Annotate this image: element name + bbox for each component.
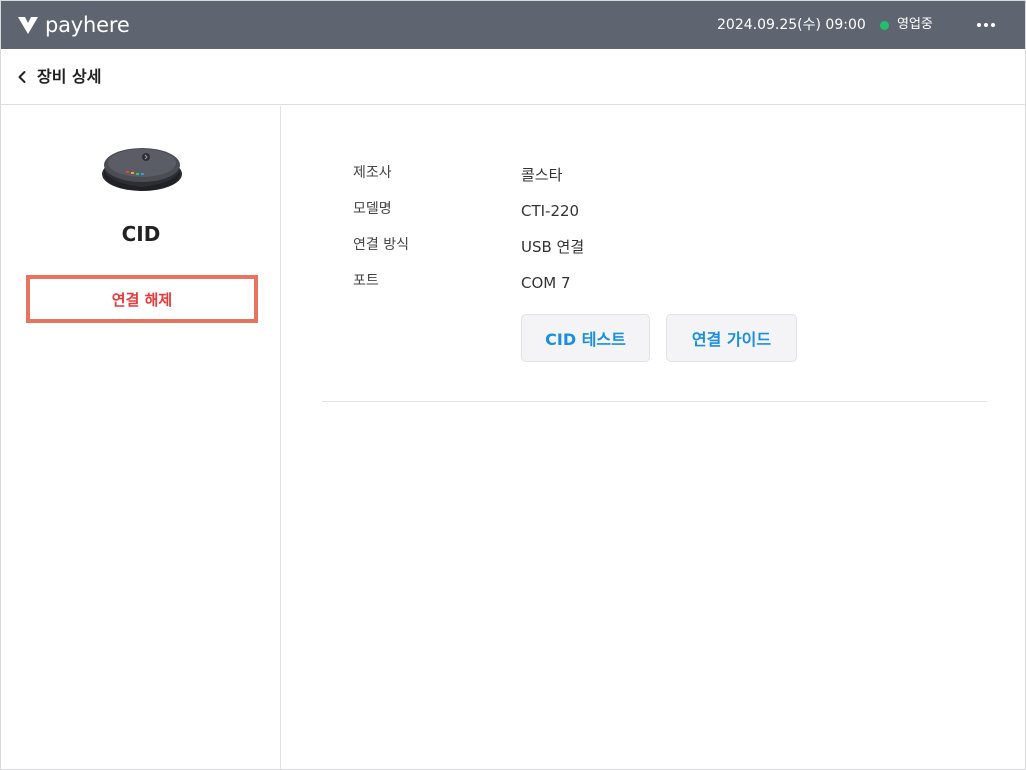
more-horizontal-icon	[991, 23, 995, 27]
brand: payhere	[17, 12, 130, 38]
chevron-left-icon	[18, 71, 26, 83]
connection-guide-label: 연결 가이드	[691, 330, 772, 349]
back-button[interactable]	[13, 65, 31, 89]
more-horizontal-icon	[984, 23, 988, 27]
more-horizontal-icon	[977, 23, 981, 27]
disconnect-button[interactable]: 연결 해제	[26, 275, 258, 323]
cid-test-label: CID 테스트	[545, 330, 626, 349]
detail-value: CTI-220	[521, 202, 580, 220]
detail-row-port: 포트 COM 7	[353, 271, 753, 292]
device-name: CID	[121, 222, 161, 246]
detail-value: USB 연결	[521, 238, 585, 256]
detail-row-manufacturer: 제조사 콜스타	[353, 163, 753, 184]
status-dot-icon	[880, 20, 889, 30]
current-datetime: 2024.09.25(수) 09:00	[717, 17, 866, 33]
connection-guide-button[interactable]: 연결 가이드	[666, 314, 797, 362]
brand-name: payhere	[45, 13, 130, 37]
detail-row-connection-type: 연결 방식 USB 연결	[353, 235, 753, 256]
section-divider	[322, 401, 987, 402]
detail-label: 연결 방식	[353, 237, 409, 253]
detail-label: 포트	[353, 273, 379, 289]
payhere-logo-icon	[18, 17, 38, 34]
detail-label: 모델명	[353, 201, 392, 217]
detail-value: COM 7	[521, 274, 571, 292]
page-title: 장비 상세	[37, 67, 102, 86]
page-header: 장비 상세	[1, 49, 1025, 105]
cid-test-button[interactable]: CID 테스트	[521, 314, 650, 362]
top-bar: payhere 2024.09.25(수) 09:00 영업중	[1, 1, 1025, 49]
more-menu-button[interactable]	[971, 15, 1001, 35]
detail-value: 콜스타	[521, 166, 563, 184]
status-label: 영업중	[897, 17, 933, 32]
app-window: payhere 2024.09.25(수) 09:00 영업중 장비 상세 CI…	[0, 0, 1026, 770]
detail-label: 제조사	[353, 165, 392, 181]
store-status: 영업중	[880, 16, 933, 34]
cid-device-icon	[102, 148, 182, 191]
disconnect-label: 연결 해제	[111, 290, 173, 309]
device-summary-panel: CID 연결 해제	[1, 106, 281, 769]
detail-row-model: 모델명 CTI-220	[353, 199, 753, 220]
